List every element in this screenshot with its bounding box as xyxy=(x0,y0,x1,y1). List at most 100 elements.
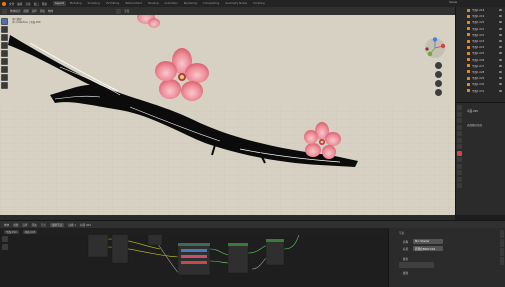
node-color-row[interactable] xyxy=(399,262,434,268)
menu-help[interactable]: 帮助 xyxy=(42,2,47,6)
physics-tab-icon[interactable] xyxy=(457,163,462,169)
data-tab-icon[interactable] xyxy=(457,176,462,182)
scene-selector[interactable]: Scene xyxy=(449,1,457,4)
slot-selector[interactable]: 插槽 1 xyxy=(68,223,76,227)
tab-scripting[interactable]: Scripting xyxy=(251,1,267,6)
node-color-ramp[interactable] xyxy=(177,242,211,276)
visibility-icon[interactable] xyxy=(499,40,502,43)
menu-render[interactable]: 渲染 xyxy=(25,2,30,6)
menu-edit[interactable]: 编辑 xyxy=(17,2,22,6)
use-nodes-toggle[interactable]: 使用节点 xyxy=(49,222,65,227)
camera-icon[interactable] xyxy=(435,80,442,87)
node-annotate-tool-icon[interactable] xyxy=(2,244,8,250)
add-cube-tool-icon[interactable] xyxy=(1,82,8,89)
node-mix-shader[interactable] xyxy=(227,242,249,274)
sidebar-tab-node[interactable] xyxy=(500,230,504,238)
node-menu-add[interactable]: 添加 xyxy=(32,223,37,227)
material-tab-icon[interactable] xyxy=(457,183,462,188)
visibility-icon[interactable] xyxy=(499,27,502,30)
tab-uv-editing[interactable]: UV Editing xyxy=(104,1,122,6)
blossom-large xyxy=(155,48,209,101)
node-menu-node[interactable]: 节点 xyxy=(41,223,46,227)
tab-rendering[interactable]: Rendering xyxy=(182,1,199,6)
tab-geometry-nodes[interactable]: Geometry Nodes xyxy=(223,1,249,6)
transform-tool-icon[interactable] xyxy=(1,58,8,65)
node-canvas[interactable] xyxy=(0,235,388,287)
breadcrumb-material[interactable]: 材质.003 xyxy=(22,229,38,234)
world-tab-icon[interactable] xyxy=(457,137,462,143)
particles-tab-icon[interactable] xyxy=(457,157,462,162)
visibility-icon[interactable] xyxy=(499,70,502,73)
visibility-icon[interactable] xyxy=(499,21,502,24)
sidebar-tab-options[interactable] xyxy=(500,257,504,265)
visibility-icon[interactable] xyxy=(499,46,502,49)
node-select-tool-icon[interactable] xyxy=(2,236,8,242)
menu-window[interactable]: 窗口 xyxy=(34,2,39,6)
visibility-icon[interactable] xyxy=(499,64,502,67)
material-selector[interactable]: 材质.003 xyxy=(80,223,91,227)
tab-layout[interactable]: Layout xyxy=(52,1,66,6)
tab-modeling[interactable]: Modeling xyxy=(68,1,84,6)
pan-icon[interactable] xyxy=(435,71,442,78)
constraints-tab-icon[interactable] xyxy=(457,170,462,175)
annotate-tool-icon[interactable] xyxy=(1,66,8,73)
output-tab-icon[interactable] xyxy=(457,118,462,123)
node-principled-bsdf[interactable] xyxy=(265,238,285,266)
mode-selector[interactable]: 物体模式 xyxy=(10,9,20,13)
tool-tab-icon[interactable] xyxy=(457,105,462,110)
visibility-icon[interactable] xyxy=(499,58,502,61)
node-texture-coord[interactable] xyxy=(87,235,109,258)
tab-animation[interactable]: Animation xyxy=(163,1,180,6)
menu-select[interactable]: 选择 xyxy=(32,9,37,13)
node-image-texture[interactable] xyxy=(147,235,163,246)
visibility-icon[interactable] xyxy=(499,15,502,18)
modifier-tab-icon[interactable] xyxy=(457,150,462,156)
tab-compositing[interactable]: Compositing xyxy=(201,1,221,6)
object-name[interactable]: 平面.250 xyxy=(467,109,478,113)
perspective-icon[interactable] xyxy=(435,89,442,96)
scale-tool-icon[interactable] xyxy=(1,50,8,57)
node-editor-type[interactable]: 物体 xyxy=(4,223,9,227)
visibility-icon[interactable] xyxy=(499,89,502,92)
move-tool-icon[interactable] xyxy=(1,34,8,41)
scene-tab-icon[interactable] xyxy=(457,131,462,136)
rotate-tool-icon[interactable] xyxy=(1,42,8,49)
editor-type-icon[interactable] xyxy=(2,8,7,14)
visibility-icon[interactable] xyxy=(499,83,502,86)
object-tab-icon[interactable] xyxy=(457,144,462,149)
breadcrumb-object[interactable]: 平面.250 xyxy=(4,229,19,234)
node-menu-view[interactable]: 视图 xyxy=(13,223,18,227)
modifier-section[interactable]: 表面细分修改 xyxy=(467,123,482,127)
viewport-info: 用户透视 (1) Collection | 平面.250 xyxy=(12,18,40,24)
sidebar-tab-view[interactable] xyxy=(500,248,504,256)
navigation-gizmo-icon[interactable] xyxy=(424,37,446,59)
view-layer-tab-icon[interactable] xyxy=(457,124,462,130)
node-section-title[interactable]: 节点 xyxy=(399,231,404,235)
sidebar-tab-tool[interactable] xyxy=(500,239,504,247)
menu-add[interactable]: 添加 xyxy=(40,9,45,13)
render-tab-icon[interactable] xyxy=(457,111,462,117)
outliner-row[interactable]: 平面1.031 xyxy=(456,87,505,93)
3d-viewport[interactable]: 用户透视 (1) Collection | 平面.250 xyxy=(0,15,455,215)
visibility-icon[interactable] xyxy=(499,33,502,36)
tab-shading[interactable]: Shading xyxy=(146,1,161,6)
cursor-tool-icon[interactable] xyxy=(1,26,8,33)
node-menu-select[interactable]: 选择 xyxy=(22,223,27,227)
menu-view[interactable]: 视图 xyxy=(23,9,28,13)
transform-orientation[interactable]: 全局 xyxy=(124,9,129,13)
blender-logo-icon[interactable] xyxy=(2,1,6,6)
zoom-icon[interactable] xyxy=(435,62,442,69)
tab-texture-paint[interactable]: Texture Paint xyxy=(123,1,144,6)
node-mapping[interactable] xyxy=(111,235,129,264)
node-color-label[interactable]: 颜色 xyxy=(403,257,408,261)
node-properties-label[interactable]: 属性 xyxy=(403,271,408,275)
visibility-icon[interactable] xyxy=(499,9,502,12)
measure-tool-icon[interactable] xyxy=(1,74,8,81)
menu-file[interactable]: 文件 xyxy=(9,2,14,6)
visibility-icon[interactable] xyxy=(499,77,502,80)
orientation-icon[interactable] xyxy=(116,8,122,14)
select-tool-icon[interactable] xyxy=(1,18,8,25)
tab-sculpting[interactable]: Sculpting xyxy=(86,1,102,6)
menu-object[interactable]: 物体 xyxy=(48,9,53,13)
visibility-icon[interactable] xyxy=(499,52,502,55)
